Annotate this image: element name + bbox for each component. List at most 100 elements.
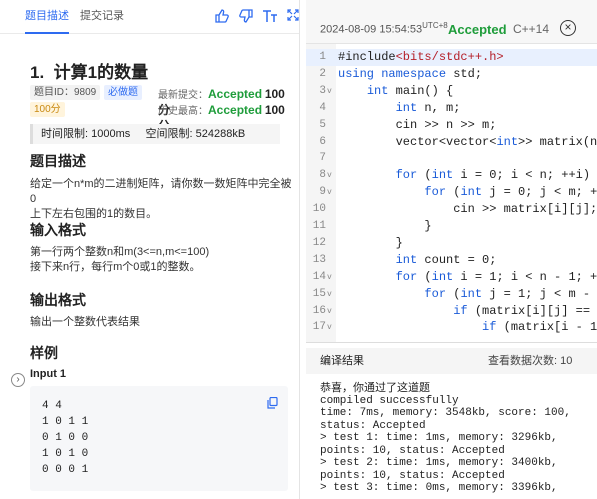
- code-text: int n, m;: [395, 100, 461, 115]
- font-size-icon[interactable]: [262, 9, 278, 25]
- code-text: for (int i = 1; i < n - 1; ++i) {: [395, 269, 597, 284]
- code-line[interactable]: 9v for (int j = 0; j < m; ++j) {: [306, 184, 597, 201]
- problem-title: 1. 计算1的数量: [30, 58, 148, 83]
- line-number: 1: [319, 51, 326, 63]
- fold-toggle-icon[interactable]: v: [327, 83, 332, 100]
- code-line[interactable]: 15v for (int j = 1; j < m - 1; ++j) {: [306, 286, 597, 303]
- sample-heading: 样例: [30, 345, 58, 361]
- code-text: if (matrix[i - 1][j] == 0: [482, 320, 597, 335]
- code-line[interactable]: 16v if (matrix[i][j] == 1) {: [306, 303, 597, 320]
- best-status: Accepted: [208, 103, 263, 117]
- code-text: }: [338, 235, 403, 250]
- sample-input-box: 4 4 1 0 1 1 0 1 0 0 1 0 1 0 0 0 0 1: [30, 386, 288, 491]
- code-line[interactable]: 17v if (matrix[i - 1][j] == 0: [306, 319, 597, 336]
- code-line[interactable]: 6 vector<vector<int>> matrix(n, vector<i…: [306, 134, 597, 151]
- result-line: 恭喜，你通过了这道题: [320, 381, 430, 394]
- result-line: compiled successfully: [320, 394, 459, 407]
- input-format-line-1: 第一行两个整数n和m(3<=n,m<=100): [30, 246, 210, 258]
- problem-number: 1.: [30, 63, 45, 82]
- line-number: 9: [319, 186, 326, 199]
- line-number: 4: [319, 101, 326, 114]
- input-format-line-2: 接下来n行，每行m个0或1的整数。: [30, 261, 201, 273]
- result-line: > test 1: time: 1ms, memory: 3296kb,: [320, 432, 558, 444]
- tab-submissions[interactable]: 提交记录: [80, 0, 124, 34]
- code-text: using namespace std;: [338, 66, 483, 81]
- code-line[interactable]: 2 using namespace std;: [306, 66, 597, 83]
- line-number: 7: [319, 152, 326, 165]
- code-line[interactable]: 12 }: [306, 235, 597, 252]
- code-line[interactable]: 5 cin >> n >> m;: [306, 117, 597, 134]
- submission-datetime: 2024-08-09 15:54:53: [320, 23, 423, 36]
- limits-bar: 时间限制: 1000ms 空间限制: 524288kB: [30, 124, 280, 144]
- problem-tabs: 题目描述 提交记录: [0, 0, 299, 34]
- line-number: 16: [312, 304, 326, 317]
- submission-time: 2024-08-09 15:54:53UTC+8: [320, 21, 448, 36]
- code-line[interactable]: 13 int count = 0;: [306, 252, 597, 269]
- expand-icon[interactable]: [285, 9, 299, 25]
- code-line[interactable]: 3v int main() {: [306, 83, 597, 100]
- submission-status: Accepted: [448, 22, 507, 37]
- code-text: #include<bits/stdc++.h>: [338, 50, 504, 64]
- like-icon[interactable]: [214, 9, 230, 25]
- latest-label: 最新提交：: [158, 90, 208, 101]
- result-line: > test 2: time: 1ms, memory: 3400kb,: [320, 457, 558, 469]
- compile-result-output: 恭喜，你通过了这道题 compiled successfully time: 7ms…: [320, 381, 590, 495]
- copy-icon[interactable]: [267, 396, 278, 412]
- line-number: 2: [319, 67, 326, 80]
- problem-id-label: 题目ID：: [34, 87, 74, 98]
- editor-divider[interactable]: [306, 342, 597, 343]
- tab-description[interactable]: 题目描述: [25, 0, 69, 34]
- fold-toggle-icon[interactable]: v: [327, 319, 332, 336]
- latest-status: Accepted: [208, 87, 263, 101]
- problem-id: 9809: [74, 87, 97, 98]
- code-line[interactable]: 14v for (int i = 1; i < n - 1; ++i) {: [306, 269, 597, 286]
- result-tabs: 编译结果 查看数据次数: 10: [306, 348, 597, 374]
- data-view-count-label: 查看数据次数:: [488, 355, 558, 367]
- line-number: 5: [319, 118, 326, 131]
- data-view-count: 查看数据次数: 10: [488, 348, 572, 374]
- description-heading: 题目描述: [30, 153, 86, 169]
- sample-input-heading: Input 1: [30, 368, 67, 380]
- fold-toggle-icon[interactable]: v: [327, 184, 332, 201]
- fold-toggle-icon[interactable]: v: [327, 303, 332, 320]
- input-format-heading: 输入格式: [30, 222, 86, 238]
- memory-limit: 空间限制: 524288kB: [145, 128, 246, 140]
- code-text: cin >> matrix[i][j];: [338, 202, 597, 217]
- problem-id-tag: 题目ID：9809: [30, 85, 101, 100]
- code-line[interactable]: 1 #include<bits/stdc++.h>: [306, 49, 597, 66]
- fold-toggle-icon[interactable]: v: [327, 269, 332, 286]
- line-number: 3: [319, 84, 326, 97]
- code-editor[interactable]: 1 #include<bits/stdc++.h> 2 using namespace…: [306, 44, 597, 342]
- code-line[interactable]: 4 int n, m;: [306, 100, 597, 117]
- output-format-text: 输出一个整数代表结果: [30, 316, 140, 328]
- collapse-panel-icon[interactable]: ›: [11, 373, 25, 387]
- result-line: status: Accepted: [320, 419, 426, 432]
- code-text: int main() {: [366, 83, 454, 98]
- time-limit: 时间限制: 1000ms: [41, 128, 131, 140]
- editor-panel: 2024-08-09 15:54:53UTC+8 Accepted C++14 …: [306, 0, 597, 499]
- required-tag: 必做题: [104, 85, 142, 100]
- submission-timezone: UTC+8: [422, 21, 448, 30]
- code-text: vector<vector<int>> matrix(n, vector<int…: [338, 134, 597, 149]
- best-label: 历史最高：: [158, 106, 208, 117]
- code-text: for (int i = 0; i < n; ++i) {: [395, 168, 597, 183]
- code-line[interactable]: 7: [306, 150, 597, 167]
- problem-workspace: { "left_tabs":["题目描述","提交记录"], "toolbar_…: [0, 0, 597, 499]
- language-label: C++14: [513, 22, 550, 36]
- close-icon[interactable]: ×: [560, 20, 576, 36]
- problem-panel: 题目描述 提交记录 1. 计算1的数量 题目ID：9809 必做题 100分 最…: [0, 0, 300, 499]
- result-line: points: 10, status: Accepted: [320, 469, 505, 482]
- sample-input-content: 4 4 1 0 1 1 0 1 0 0 1 0 1 0 0 0 0 1: [42, 400, 89, 476]
- dislike-icon[interactable]: [238, 9, 254, 25]
- code-line[interactable]: 10 cin >> matrix[i][j];: [306, 201, 597, 218]
- data-view-count-value: 10: [560, 355, 573, 367]
- code-line[interactable]: 8v for (int i = 0; i < n; ++i) {: [306, 167, 597, 184]
- tab-compile-result[interactable]: 编译结果: [320, 348, 364, 374]
- code-line[interactable]: 11 }: [306, 218, 597, 235]
- fold-toggle-icon[interactable]: v: [327, 286, 332, 303]
- description-line-1: 给定一个n*m的二进制矩阵，请你数一数矩阵中完全被0: [30, 178, 292, 205]
- line-number: 8: [319, 169, 326, 182]
- code-text: if (matrix[i][j] == 1) {: [453, 303, 591, 318]
- fold-toggle-icon[interactable]: v: [327, 167, 332, 184]
- points-tag: 100分: [30, 102, 65, 117]
